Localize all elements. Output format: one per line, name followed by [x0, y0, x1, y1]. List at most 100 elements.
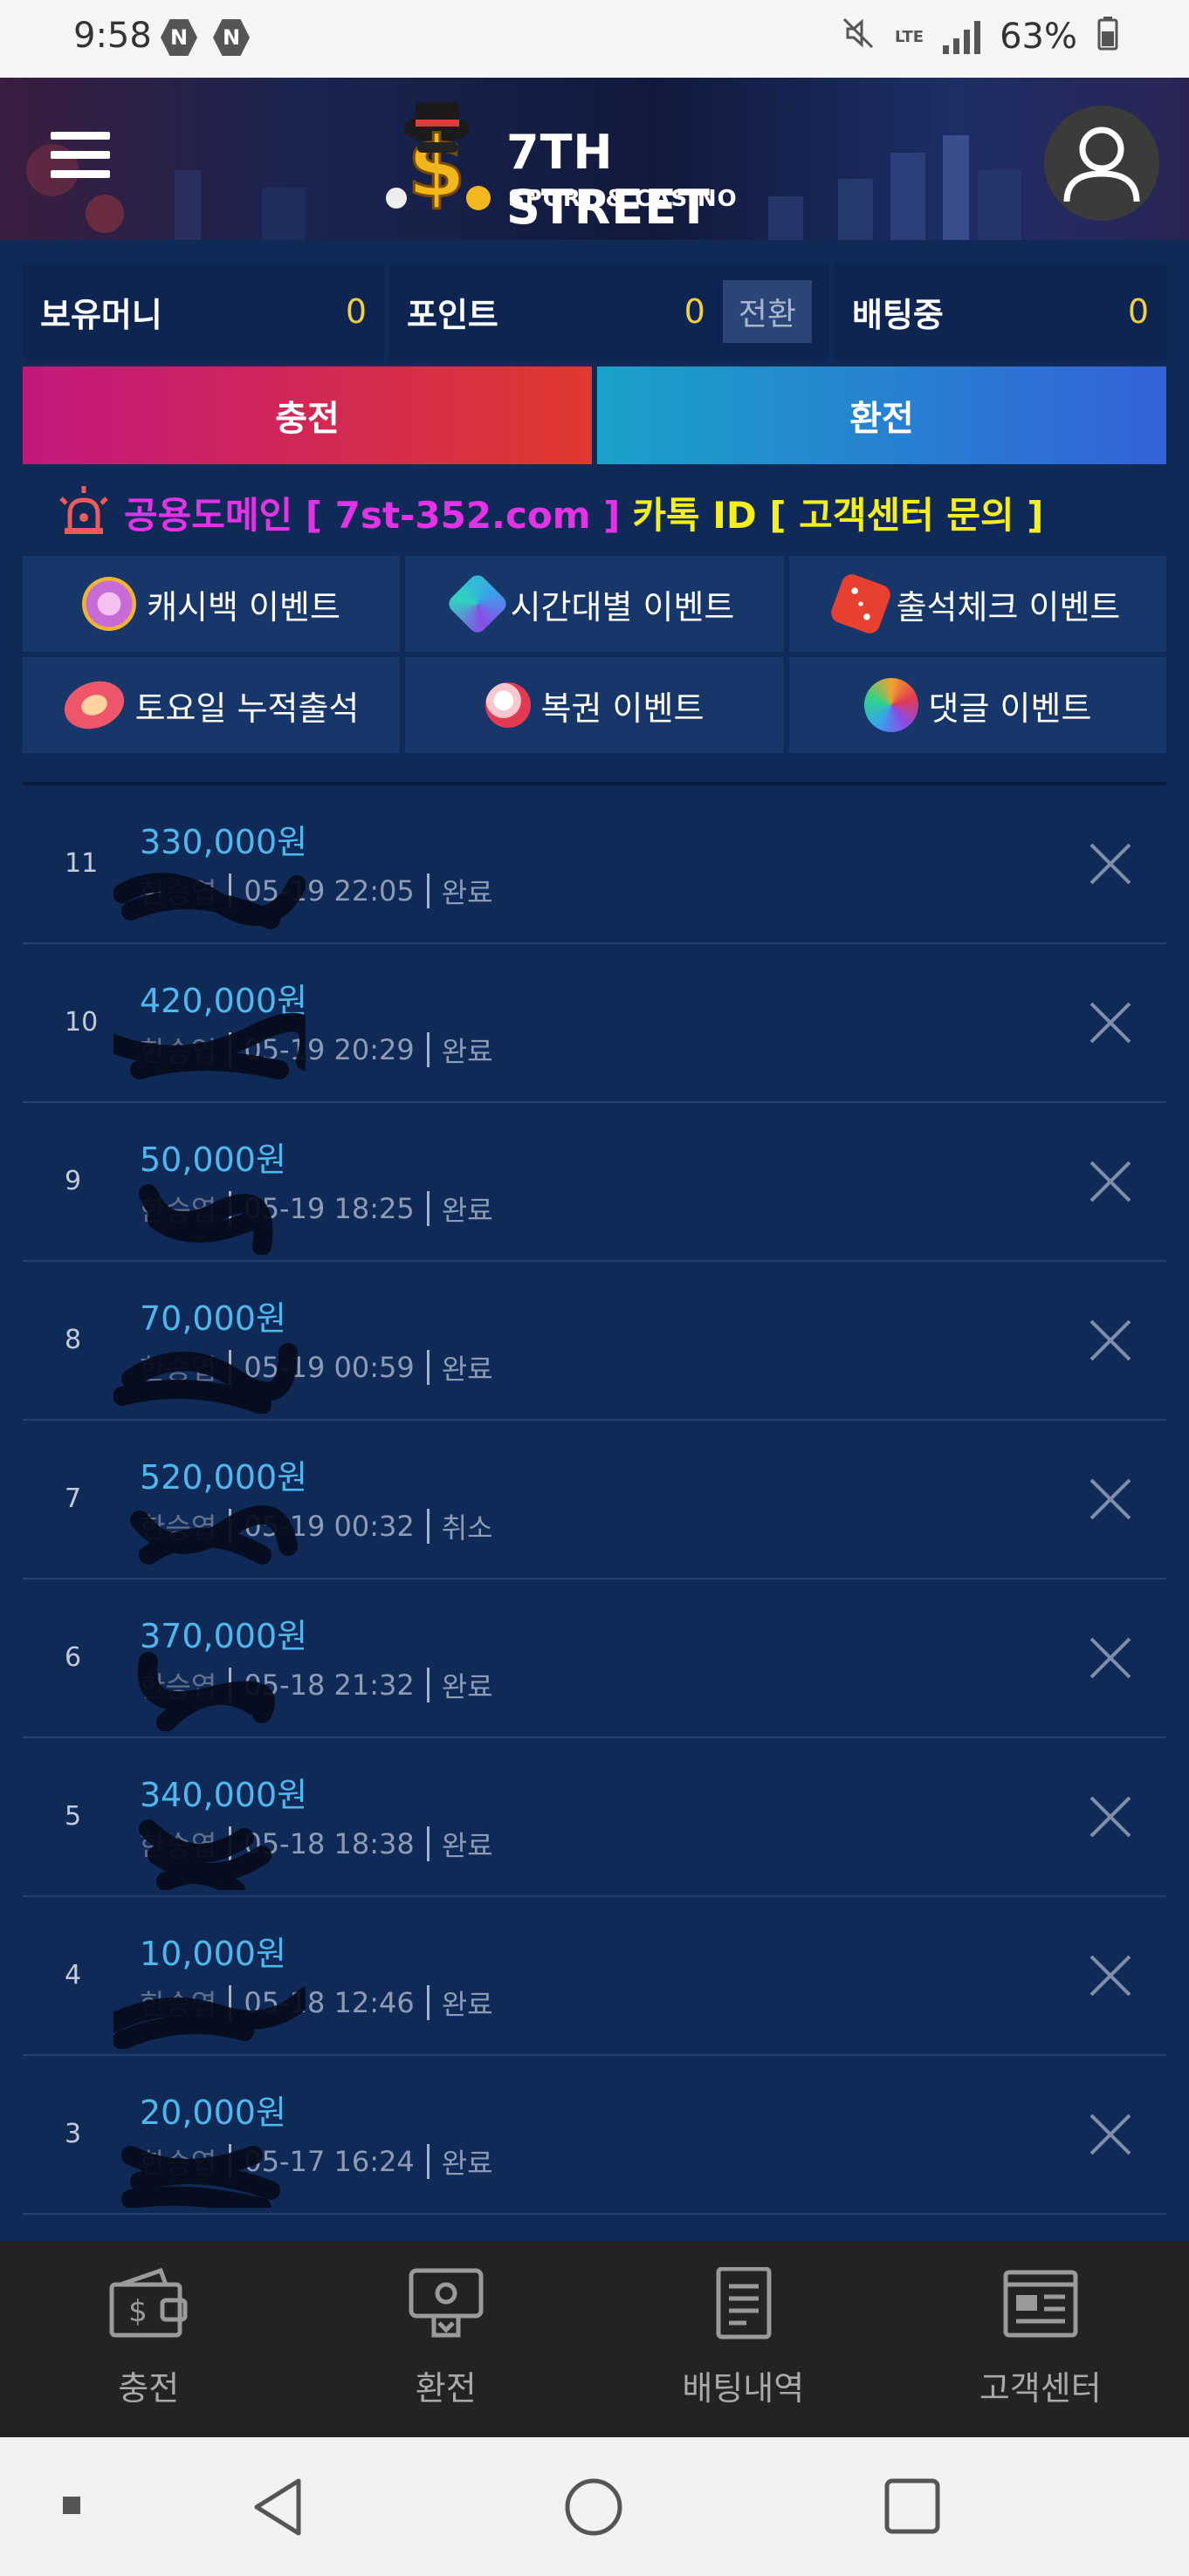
- event-time-button[interactable]: 시간대별 이벤트: [405, 556, 784, 652]
- nav-label: 충전: [118, 2369, 180, 2408]
- public-domain-text: 공용도메인 [ 7st-352.com ]: [124, 493, 621, 537]
- event-lottery-button[interactable]: 복권 이벤트: [405, 657, 784, 753]
- mute-icon: [841, 16, 876, 58]
- delete-row-icon[interactable]: [1088, 1476, 1133, 1522]
- brand-logo[interactable]: $ 7TH STREET SPORT & CASINO: [382, 93, 819, 235]
- betting-balance: 배팅중 0: [835, 263, 1166, 360]
- history-row: 11 330,000원 한승엽 05-19 22:05 완료: [23, 785, 1166, 944]
- lte-icon: LTE: [895, 27, 924, 46]
- charge-history-list: 11 330,000원 한승엽 05-19 22:05 완료 10 420,00…: [23, 785, 1166, 2215]
- nav-label: 배팅내역: [682, 2369, 805, 2408]
- row-meta: 한승엽 05-18 21:32 완료: [137, 1652, 493, 1731]
- balance-bar: 보유머니 0 포인트 0 전환 배팅중 0: [23, 263, 1166, 360]
- overview-icon[interactable]: [883, 2477, 941, 2535]
- nav-betting-history[interactable]: 배팅내역: [594, 2241, 892, 2437]
- event-comment-button[interactable]: 댓글 이벤트: [789, 657, 1166, 753]
- row-meta: 한승엽 05-18 12:46 완료: [113, 1983, 493, 2049]
- status-bar: 9:58 N N LTE 63%: [0, 0, 1189, 78]
- betting-value: 0: [1127, 292, 1149, 331]
- gem-swirl-icon: [444, 572, 510, 636]
- redaction-scribble: [139, 1819, 271, 1890]
- point-convert-button[interactable]: 전환: [722, 280, 812, 343]
- row-meta: 한승엽 05-17 16:24 완료: [121, 2141, 493, 2208]
- history-row: 3 20,000원 한승엽 05-17 16:24 완료: [23, 2056, 1166, 2215]
- delete-row-icon[interactable]: [1088, 1318, 1133, 1363]
- redaction-scribble: [113, 1012, 306, 1079]
- wallet-icon: $: [109, 2267, 188, 2338]
- row-meta: 한승엽 05-19 00:59 완료: [113, 1343, 493, 1414]
- redaction-scribble: [113, 1343, 298, 1414]
- nav-label: 고객센터: [979, 2369, 1102, 2408]
- delete-row-icon[interactable]: [1088, 1635, 1133, 1681]
- money-label: 보유머니: [40, 295, 162, 334]
- user-profile-icon[interactable]: [1044, 106, 1159, 221]
- delete-row-icon[interactable]: [1088, 1953, 1133, 1998]
- withdraw-icon: [409, 2268, 484, 2338]
- redaction-scribble: [130, 1505, 298, 1565]
- history-row: 10 420,000원 한승엽 05-19 20:29 완료: [23, 944, 1166, 1103]
- saturday-chip-icon: [57, 673, 131, 737]
- siren-icon: [59, 486, 108, 534]
- delete-row-icon[interactable]: [1088, 841, 1133, 887]
- exchange-button[interactable]: 환전: [597, 367, 1166, 464]
- row-index: 4: [65, 1960, 82, 1990]
- delete-row-icon[interactable]: [1088, 2112, 1133, 2157]
- home-icon[interactable]: [564, 2477, 623, 2537]
- notice-banner: 공용도메인 [ 7st-352.com ] 카톡 ID [ 고객센터 문의 ]: [56, 484, 1043, 540]
- money-balance: 보유머니 0: [23, 263, 384, 360]
- newspaper-icon: [1003, 2270, 1078, 2338]
- event-attendance-button[interactable]: 출석체크 이벤트: [789, 556, 1166, 652]
- delete-row-icon[interactable]: [1088, 1000, 1133, 1045]
- row-separator: [426, 874, 430, 908]
- row-name: 한승엽: [121, 2141, 280, 2208]
- site-header: $ 7TH STREET SPORT & CASINO: [0, 78, 1189, 240]
- history-row: 4 10,000원 한승엽 05-18 12:46 완료: [23, 1897, 1166, 2056]
- history-row: 5 340,000원 한승엽 05-18 18:38 완료: [23, 1738, 1166, 1897]
- back-icon[interactable]: [250, 2477, 306, 2537]
- system-navigation-bar: [0, 2437, 1189, 2576]
- svg-text:$: $: [128, 2294, 148, 2329]
- status-time: 9:58: [73, 16, 152, 56]
- row-index: 11: [65, 848, 99, 879]
- row-meta: 한승엽 05-19 18:25 완료: [139, 1184, 493, 1255]
- row-separator: [426, 1032, 430, 1067]
- point-balance: 포인트 0 전환: [389, 263, 829, 360]
- event-grid: 캐시백 이벤트 시간대별 이벤트 출석체크 이벤트 토요일 누적출석 복권 이벤…: [23, 556, 1166, 753]
- notification-badge: N: [213, 19, 250, 56]
- row-name: 한승엽: [113, 1012, 306, 1079]
- row-separator: [426, 1668, 430, 1702]
- nav-exchange[interactable]: 환전: [298, 2241, 595, 2437]
- signal-icon: [943, 19, 981, 54]
- redaction-scribble: [113, 873, 306, 929]
- row-name: 한승엽: [113, 1983, 306, 2049]
- event-saturday-button[interactable]: 토요일 누적출석: [23, 657, 400, 753]
- row-index: 6: [65, 1642, 82, 1673]
- row-separator: [426, 1191, 430, 1226]
- action-row: 충전 환전: [23, 367, 1166, 464]
- event-label: 출석체크 이벤트: [896, 587, 1121, 627]
- nav-customer-center[interactable]: 고객센터: [892, 2241, 1189, 2437]
- row-separator: [426, 1826, 430, 1861]
- event-cashback-button[interactable]: 캐시백 이벤트: [23, 556, 400, 652]
- row-status: 취소: [441, 1511, 493, 1545]
- row-status: 완료: [441, 1829, 493, 1862]
- row-meta: 한승엽 05-19 22:05 완료: [113, 871, 493, 929]
- row-status: 완료: [441, 1194, 493, 1227]
- point-value: 0: [684, 292, 705, 331]
- charge-button[interactable]: 충전: [23, 367, 592, 464]
- row-index: 3: [65, 2119, 82, 2149]
- delete-row-icon[interactable]: [1088, 1794, 1133, 1840]
- nav-charge[interactable]: $ 충전: [0, 2241, 298, 2437]
- delete-row-icon[interactable]: [1088, 1159, 1133, 1204]
- menu-icon[interactable]: [51, 132, 110, 181]
- event-label: 토요일 누적출석: [134, 689, 360, 728]
- row-status: 완료: [441, 1353, 493, 1386]
- row-name: 한승엽: [137, 1652, 275, 1731]
- recent-dot-icon[interactable]: [63, 2497, 80, 2514]
- event-label: 시간대별 이벤트: [510, 587, 735, 627]
- comment-wheel-icon: [863, 678, 918, 732]
- history-row: 8 70,000원 한승엽 05-19 00:59 완료: [23, 1262, 1166, 1421]
- kakao-id-text: 카톡 ID [ 고객센터 문의 ]: [632, 493, 1044, 537]
- row-index: 5: [65, 1801, 82, 1832]
- notification-badge: N: [161, 19, 197, 56]
